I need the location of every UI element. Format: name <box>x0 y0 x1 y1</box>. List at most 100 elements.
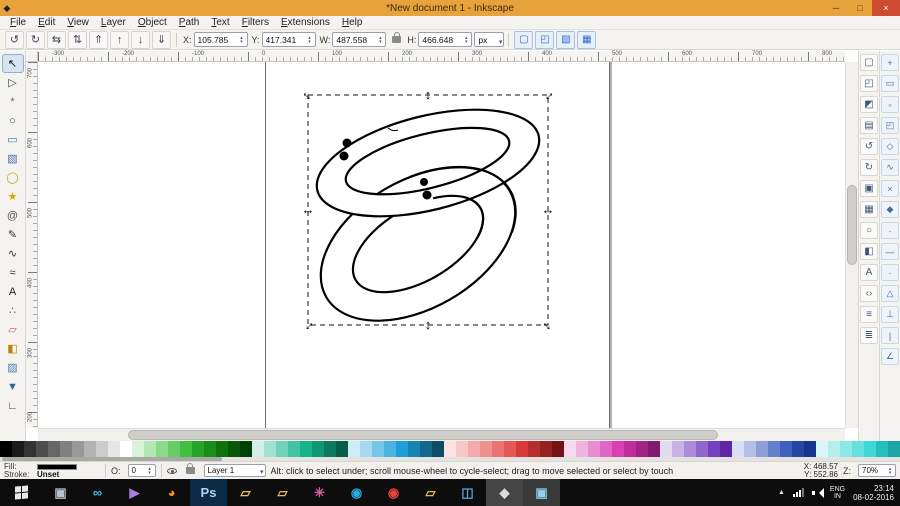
palette-swatch[interactable] <box>516 441 528 457</box>
raise-to-top-button[interactable]: ⇑ <box>89 30 108 49</box>
firefox[interactable]: ◕ <box>153 479 190 506</box>
palette-swatch[interactable] <box>552 441 564 457</box>
spiral-tool[interactable]: @ <box>2 206 24 225</box>
redo-button[interactable]: ↻ <box>860 159 878 176</box>
palette-swatch[interactable] <box>876 441 888 457</box>
transform-pattern-toggle[interactable]: ▦ <box>577 30 597 49</box>
palette-swatch[interactable] <box>600 441 612 457</box>
palette-swatch[interactable] <box>396 441 408 457</box>
palette-swatch[interactable] <box>36 441 48 457</box>
snap-path-intersections-toggle[interactable]: × <box>881 180 899 197</box>
palette-swatch[interactable] <box>732 441 744 457</box>
close-button[interactable]: × <box>872 0 900 16</box>
dropper-tool[interactable]: ▼ <box>2 377 24 396</box>
palette-swatch[interactable] <box>192 441 204 457</box>
transform-stroke-toggle[interactable]: ▢ <box>514 30 534 49</box>
pencil-tool[interactable]: ✎ <box>2 225 24 244</box>
palette-swatch[interactable] <box>540 441 552 457</box>
palette-swatch[interactable] <box>504 441 516 457</box>
palette-swatch[interactable] <box>420 441 432 457</box>
palette-swatch[interactable] <box>576 441 588 457</box>
spray-tool[interactable]: ∴ <box>2 301 24 320</box>
palette-swatch[interactable] <box>144 441 156 457</box>
calligraphy-tool[interactable]: ≈ <box>2 263 24 282</box>
palette-swatch[interactable] <box>120 441 132 457</box>
palette-swatch[interactable] <box>864 441 876 457</box>
palette-swatch[interactable] <box>624 441 636 457</box>
palette-swatch[interactable] <box>804 441 816 457</box>
snap-guides-toggle[interactable]: ∠ <box>881 348 899 365</box>
tweak-tool[interactable]: * <box>2 92 24 111</box>
palette-swatch[interactable] <box>468 441 480 457</box>
snap-toggle[interactable]: + <box>881 54 899 71</box>
palette-swatch[interactable] <box>204 441 216 457</box>
palette-swatch[interactable] <box>72 441 84 457</box>
volume-icon[interactable] <box>811 487 824 498</box>
palette-swatch[interactable] <box>816 441 828 457</box>
remote-desktop-app[interactable]: ▣ <box>42 479 79 506</box>
palette-swatch[interactable] <box>24 441 36 457</box>
dot[interactable] <box>342 138 352 148</box>
menu-item[interactable]: Layer <box>95 17 132 28</box>
snap-bbox-corners-toggle[interactable]: ◰ <box>881 117 899 134</box>
text-tool[interactable]: A <box>2 282 24 301</box>
menu-item[interactable]: View <box>61 17 95 28</box>
x-input[interactable]: 105.785 <box>193 32 248 47</box>
rectangle-tool[interactable]: ▭ <box>2 130 24 149</box>
snap-text-toggle[interactable]: ⊥ <box>881 306 899 323</box>
fill-stroke-indicator[interactable]: Fill: Stroke: Unset <box>4 462 100 479</box>
menu-item[interactable]: Extensions <box>275 17 336 28</box>
horizontal-scrollbar-thumb[interactable] <box>128 430 718 440</box>
palette-swatch[interactable] <box>612 441 624 457</box>
lower-button[interactable]: ↓ <box>131 30 150 49</box>
mail-app[interactable]: ◫ <box>449 479 486 506</box>
gradient-tool[interactable]: ▨ <box>2 358 24 377</box>
menu-item[interactable]: Text <box>205 17 235 28</box>
palette-swatch[interactable] <box>648 441 660 457</box>
palette-swatch[interactable] <box>288 441 300 457</box>
raise-button[interactable]: ↑ <box>110 30 129 49</box>
vertical-scrollbar-thumb[interactable] <box>847 185 857 265</box>
lower-to-bottom-button[interactable]: ⇓ <box>152 30 171 49</box>
palette-swatch[interactable] <box>60 441 72 457</box>
palette-swatch[interactable] <box>216 441 228 457</box>
show-hidden-icons-button[interactable]: ▲ <box>778 489 785 496</box>
snap-rotation-centers-toggle[interactable]: △ <box>881 285 899 302</box>
palette-swatch[interactable] <box>852 441 864 457</box>
palette-swatch[interactable] <box>180 441 192 457</box>
skype[interactable]: ◉ <box>338 479 375 506</box>
palette-swatch[interactable] <box>12 441 24 457</box>
connector-tool[interactable]: ∟ <box>2 396 24 415</box>
rings-drawing[interactable] <box>38 62 845 428</box>
print-button[interactable]: ▤ <box>860 117 878 134</box>
y-spin-buttons[interactable] <box>306 36 314 44</box>
copy-button[interactable]: ▣ <box>860 180 878 197</box>
transform-corners-toggle[interactable]: ◰ <box>535 30 555 49</box>
photoshop[interactable]: Ps <box>190 479 227 506</box>
layer-visibility-icon[interactable] <box>166 467 177 474</box>
file-explorer[interactable]: ▱ <box>227 479 264 506</box>
palette-swatch[interactable] <box>408 441 420 457</box>
palette-swatch[interactable] <box>432 441 444 457</box>
menu-item[interactable]: Filters <box>236 17 275 28</box>
fill-stroke-dialog-button[interactable]: ◧ <box>860 243 878 260</box>
minimize-button[interactable]: ─ <box>824 0 848 16</box>
menu-item[interactable]: Object <box>132 17 173 28</box>
palette-swatch[interactable] <box>168 441 180 457</box>
palette-swatch[interactable] <box>444 441 456 457</box>
dot[interactable] <box>422 190 432 200</box>
width-input[interactable]: 487.558 <box>332 32 387 47</box>
flip-vertical-button[interactable]: ⇅ <box>68 30 87 49</box>
ellipse-tool[interactable]: ◯ <box>2 168 24 187</box>
snap-object-centers-toggle[interactable]: · <box>881 264 899 281</box>
h-spin-buttons[interactable] <box>462 36 470 44</box>
x-spin-buttons[interactable] <box>238 36 246 44</box>
dot[interactable] <box>339 151 349 161</box>
snap-nodes-toggle[interactable]: ◇ <box>881 138 899 155</box>
selection-handle-s[interactable]: ↕ <box>421 318 435 332</box>
palette-swatch[interactable] <box>888 441 900 457</box>
palette-swatch[interactable] <box>276 441 288 457</box>
folder-documents[interactable]: ▱ <box>264 479 301 506</box>
palette-swatch[interactable] <box>360 441 372 457</box>
w-spin-buttons[interactable] <box>376 36 384 44</box>
